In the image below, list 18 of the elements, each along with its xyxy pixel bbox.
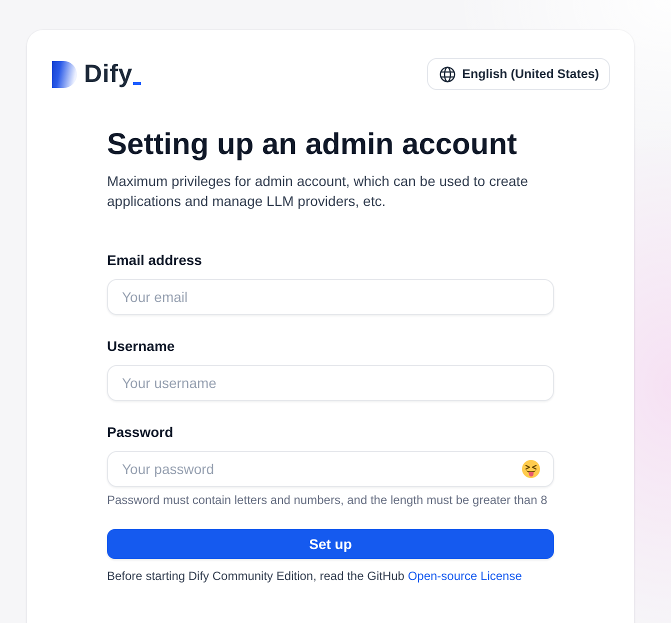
password-field[interactable]: Your password [107,451,554,487]
page-subtitle: Maximum privileges for admin account, which can be used to create applications and manage LLM providers, etc. [107,172,529,211]
globe-icon [439,66,456,82]
field-label: Username [107,337,176,356]
page-title: Setting up an admin account [107,127,518,163]
cursor-icon [133,82,142,85]
language-button[interactable]: English (United States) [427,58,610,90]
tongue-face-icon[interactable] [522,460,540,478]
field-label: Password [107,423,174,442]
logo-text: Dify [84,60,132,88]
license-link[interactable]: Open-source License [408,569,522,583]
logo-icon [52,61,77,88]
password-hint: Password must contain letters and numbers, and the length must be greater than 8 [107,492,548,508]
license-notice: Before starting Dify Community Edition, read the GitHub Open-source License [107,568,523,584]
field-label: Email address [107,251,203,270]
username-field[interactable]: Your username [107,365,554,401]
setup-button[interactable]: Set up [107,529,554,559]
email-field[interactable]: Your email [107,279,554,315]
